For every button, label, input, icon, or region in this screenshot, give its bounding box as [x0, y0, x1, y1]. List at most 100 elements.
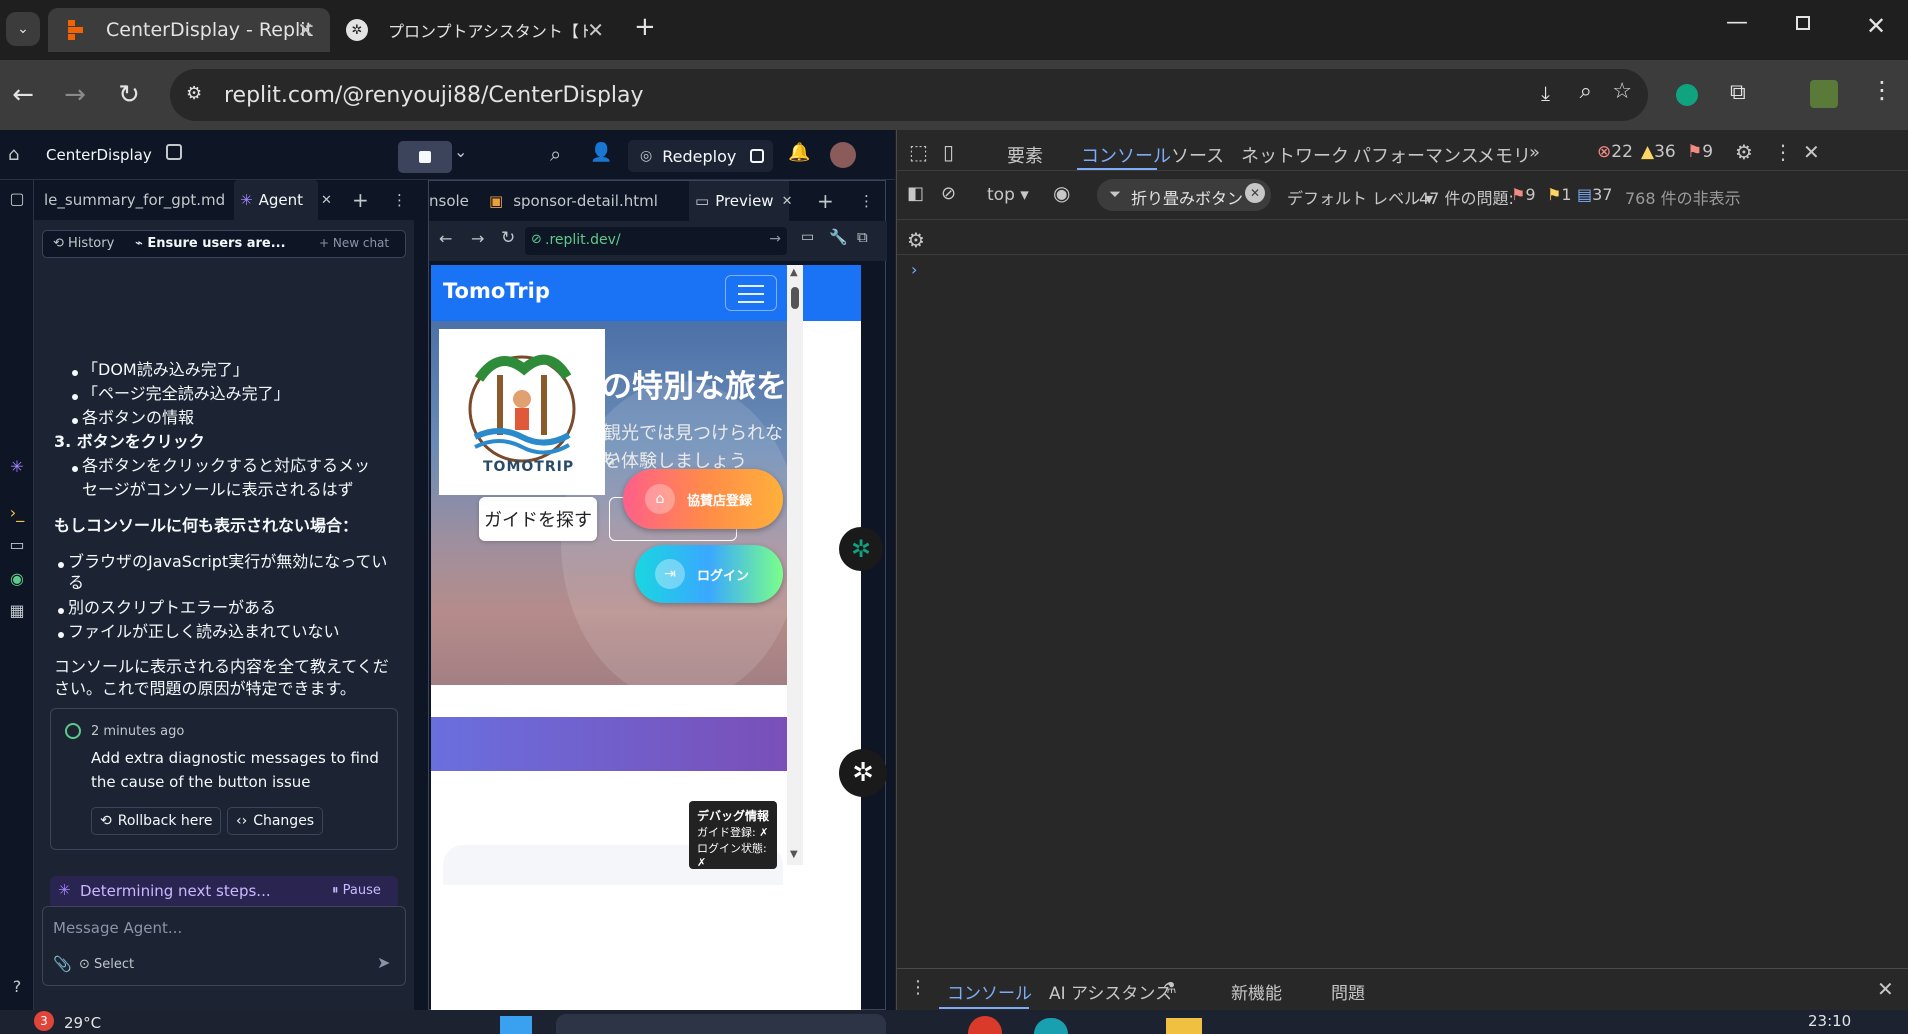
hamburger-menu-button[interactable] [725, 275, 777, 311]
rollback-button[interactable]: ⟲ Rollback here [91, 807, 222, 835]
more-options-icon[interactable]: ⋮ [1773, 140, 1793, 164]
deploy-rail-icon[interactable]: ◉ [6, 568, 28, 590]
chatgpt-floating-icon[interactable]: ✲ [839, 527, 883, 571]
close-devtools-icon[interactable]: ✕ [1803, 140, 1820, 164]
problem-warnings[interactable]: ⚑1 [1547, 185, 1572, 204]
tab-sponsor-detail[interactable]: ▣ sponsor-detail.html [489, 181, 658, 221]
redeploy-button[interactable]: ◎ Redeploy [628, 140, 773, 172]
browser-tab-replit[interactable]: CenterDisplay - Replit ✕ [48, 8, 330, 52]
drawer-tab-console[interactable]: コンソール [947, 979, 1032, 1004]
changes-button[interactable]: ‹› Changes [227, 807, 324, 835]
drawer-tab-whats-new[interactable]: 新機能 [1231, 979, 1282, 1004]
add-tab-icon[interactable]: + [352, 180, 369, 220]
scroll-down-icon[interactable]: ▼ [790, 849, 798, 860]
site-settings-icon[interactable]: ⚙ [186, 83, 202, 104]
browser-tab-prompt[interactable]: ✲ プロンプトアシスタント【トゥモローブル ✕ [330, 8, 620, 52]
home-icon[interactable]: ⌂ [8, 144, 19, 165]
history-button[interactable]: ⟲ History [53, 236, 114, 251]
console-prompt-icon[interactable]: › [911, 260, 917, 279]
send-icon[interactable]: ➤ [377, 953, 390, 972]
clear-console-icon[interactable]: ⊘ [941, 183, 956, 204]
bell-icon[interactable]: 🔔 [788, 142, 810, 163]
go-icon[interactable]: → [769, 231, 781, 247]
zoom-icon[interactable]: ⌕ [1580, 79, 1592, 104]
taskbar-search-box[interactable] [556, 1014, 886, 1034]
find-guide-button[interactable]: ガイドを探す [479, 497, 597, 541]
sponsor-register-button[interactable]: ⌂ 協賛店登録 [623, 469, 783, 529]
drawer-tab-issues[interactable]: 問題 [1331, 979, 1365, 1004]
tab-console[interactable]: nsole [429, 181, 469, 221]
forward-icon[interactable]: → [471, 229, 484, 248]
agent-rail-icon[interactable]: ✳ [6, 456, 28, 478]
start-icon[interactable] [500, 1016, 532, 1034]
close-icon[interactable]: ✕ [321, 193, 332, 208]
url-text[interactable]: replit.com/@renyouji88/CenterDisplay [224, 83, 644, 108]
reload-icon[interactable]: ↻ [112, 78, 146, 112]
issue-count[interactable]: ⚑9 [1687, 142, 1713, 162]
filter-value[interactable]: 折り畳みボタン [1131, 185, 1243, 209]
tab-performance[interactable]: パフォーマンス [1353, 142, 1479, 168]
url-omnibox[interactable]: ⚙ replit.com/@renyouji88/CenterDisplay ⤓… [170, 69, 1648, 121]
more-icon[interactable]: ⋮ [859, 181, 874, 221]
log-level-select[interactable]: デフォルト レベル ▾ [1287, 185, 1433, 209]
close-window-icon[interactable]: ✕ [1866, 12, 1886, 40]
problem-info[interactable]: ▤37 [1577, 185, 1612, 204]
help-icon[interactable]: ? [6, 976, 28, 998]
minimize-icon[interactable]: — [1726, 10, 1748, 35]
preview-url-bar[interactable]: ⊘ .replit.dev/ → [525, 227, 787, 255]
restore-icon[interactable] [1796, 16, 1810, 30]
error-count[interactable]: ⊗22 [1597, 142, 1633, 162]
taskbar-app-icon[interactable] [1034, 1018, 1068, 1034]
install-app-icon[interactable]: ⤓ [1541, 81, 1550, 105]
chevron-down-icon[interactable]: ⌄ [454, 142, 467, 161]
tab-memory[interactable]: メモリ [1477, 142, 1531, 168]
select-element-button[interactable]: ⊙ Select [79, 957, 134, 972]
tab-network[interactable]: ネットワーク [1241, 142, 1349, 168]
taskbar-clock[interactable]: 23:10 [1808, 1012, 1851, 1030]
devices-icon[interactable]: ▭ [801, 229, 814, 245]
search-icon[interactable]: ⌕ [550, 142, 561, 166]
reload-icon[interactable]: ↻ [501, 228, 515, 248]
tab-agent[interactable]: ✳ Agent ✕ [234, 180, 332, 220]
login-button[interactable]: ⇥ ログイン [635, 545, 783, 603]
notification-badge[interactable]: 3 [34, 1011, 54, 1031]
inspect-element-icon[interactable]: ⬚ [909, 140, 928, 164]
preview-rail-icon[interactable]: ▭ [6, 534, 28, 556]
add-tab-icon[interactable]: + [817, 181, 834, 221]
chatgpt-extension-icon[interactable] [1676, 84, 1698, 106]
weather-temperature[interactable]: 29°C [64, 1014, 101, 1032]
message-input[interactable]: Message Agent... [53, 919, 182, 937]
forward-icon[interactable]: → [58, 78, 92, 112]
scroll-thumb[interactable] [791, 287, 799, 309]
pause-button[interactable]: ⏸ Pause [332, 883, 381, 898]
taskbar-chrome-icon[interactable] [968, 1016, 1002, 1034]
user-avatar[interactable] [830, 142, 856, 168]
context-select[interactable]: top ▾ [987, 185, 1029, 205]
bookmark-star-icon[interactable]: ☆ [1612, 79, 1632, 104]
stop-button[interactable] [398, 141, 452, 173]
device-toolbar-icon[interactable]: ▯ [943, 140, 954, 164]
close-icon[interactable]: ✕ [297, 18, 314, 42]
tab-console[interactable]: コンソール [1081, 142, 1171, 168]
new-chat-button[interactable]: + New chat [319, 236, 389, 250]
scroll-up-icon[interactable]: ▲ [790, 267, 798, 278]
taskbar-folder-icon[interactable] [1166, 1018, 1202, 1034]
tab-search-button[interactable]: ⌄ [6, 12, 40, 46]
invite-icon[interactable]: 👤 [590, 142, 612, 163]
project-info-icon[interactable] [166, 144, 182, 160]
project-name[interactable]: CenterDisplay [46, 146, 152, 164]
console-filter-input[interactable]: ⏷ 折り畳みボタン ✕ [1097, 179, 1271, 211]
new-tab-icon[interactable]: + [634, 12, 656, 42]
drawer-tab-ai[interactable]: AI アシスタンス [1049, 979, 1172, 1004]
close-icon[interactable]: ✕ [782, 194, 793, 209]
tab-sources[interactable]: ソース [1171, 142, 1224, 168]
files-icon[interactable]: ▢ [6, 188, 28, 210]
menu-icon[interactable]: ⋮ [1870, 76, 1894, 104]
sidebar-toggle-icon[interactable]: ◧ [907, 183, 924, 204]
openai-floating-icon[interactable]: ✲ [839, 749, 887, 797]
drawer-menu-icon[interactable]: ⋮ [909, 977, 927, 998]
back-icon[interactable]: ← [439, 229, 452, 248]
close-icon[interactable]: ✕ [587, 18, 604, 42]
devtools-icon[interactable]: 🔧 [829, 228, 848, 246]
settings-icon[interactable]: ⚙ [1735, 140, 1753, 164]
